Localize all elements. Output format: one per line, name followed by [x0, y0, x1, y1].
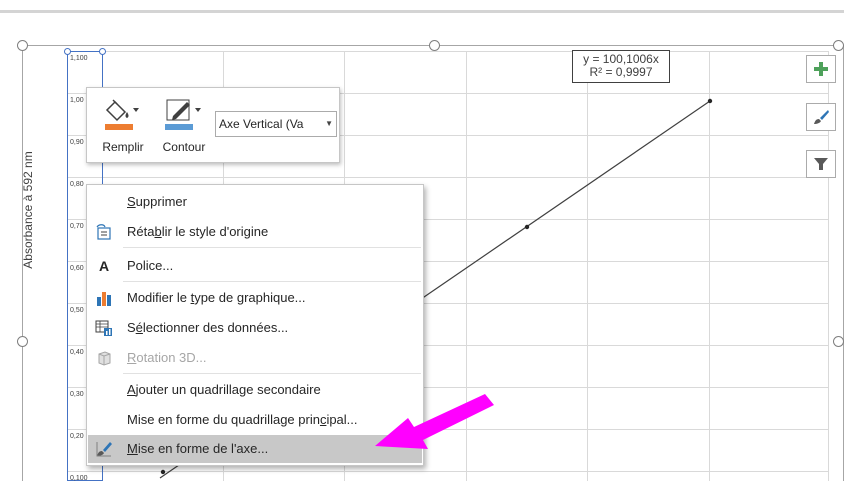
arrow-icon	[375, 394, 494, 449]
annotation-arrow	[375, 394, 494, 449]
